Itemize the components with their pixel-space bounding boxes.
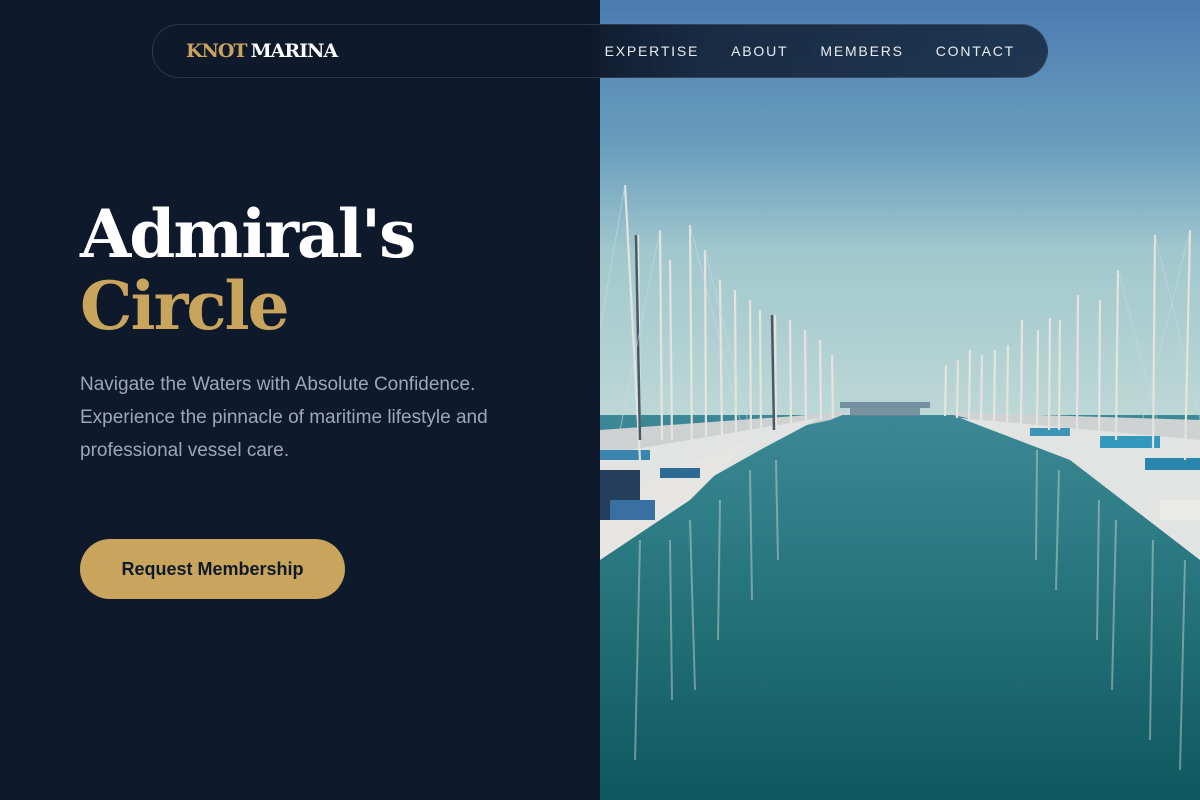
hero-title: Admiral's Circle [80, 195, 416, 345]
top-navbar: KNOT MARINA EXPERTISE ABOUT MEMBERS CONTA… [152, 24, 1048, 78]
nav-links: EXPERTISE ABOUT MEMBERS CONTACT [605, 43, 1015, 59]
nav-link-expertise[interactable]: EXPERTISE [605, 43, 700, 59]
marina-photo [600, 0, 1200, 800]
brand-logo-part2: MARINA [250, 40, 339, 62]
nav-link-members[interactable]: MEMBERS [820, 43, 903, 59]
request-membership-button[interactable]: Request Membership [80, 539, 345, 599]
brand-logo-part1: KNOT [186, 40, 248, 62]
marina-photo-illustration [600, 0, 1200, 800]
brand-logo[interactable]: KNOT MARINA [186, 40, 339, 62]
nav-link-contact[interactable]: CONTACT [936, 43, 1015, 59]
hero-title-line1: Admiral's [80, 195, 416, 273]
hero-title-line2: Circle [80, 267, 290, 345]
nav-link-about[interactable]: ABOUT [731, 43, 788, 59]
hero-subtitle: Navigate the Waters with Absolute Confid… [80, 374, 488, 461]
